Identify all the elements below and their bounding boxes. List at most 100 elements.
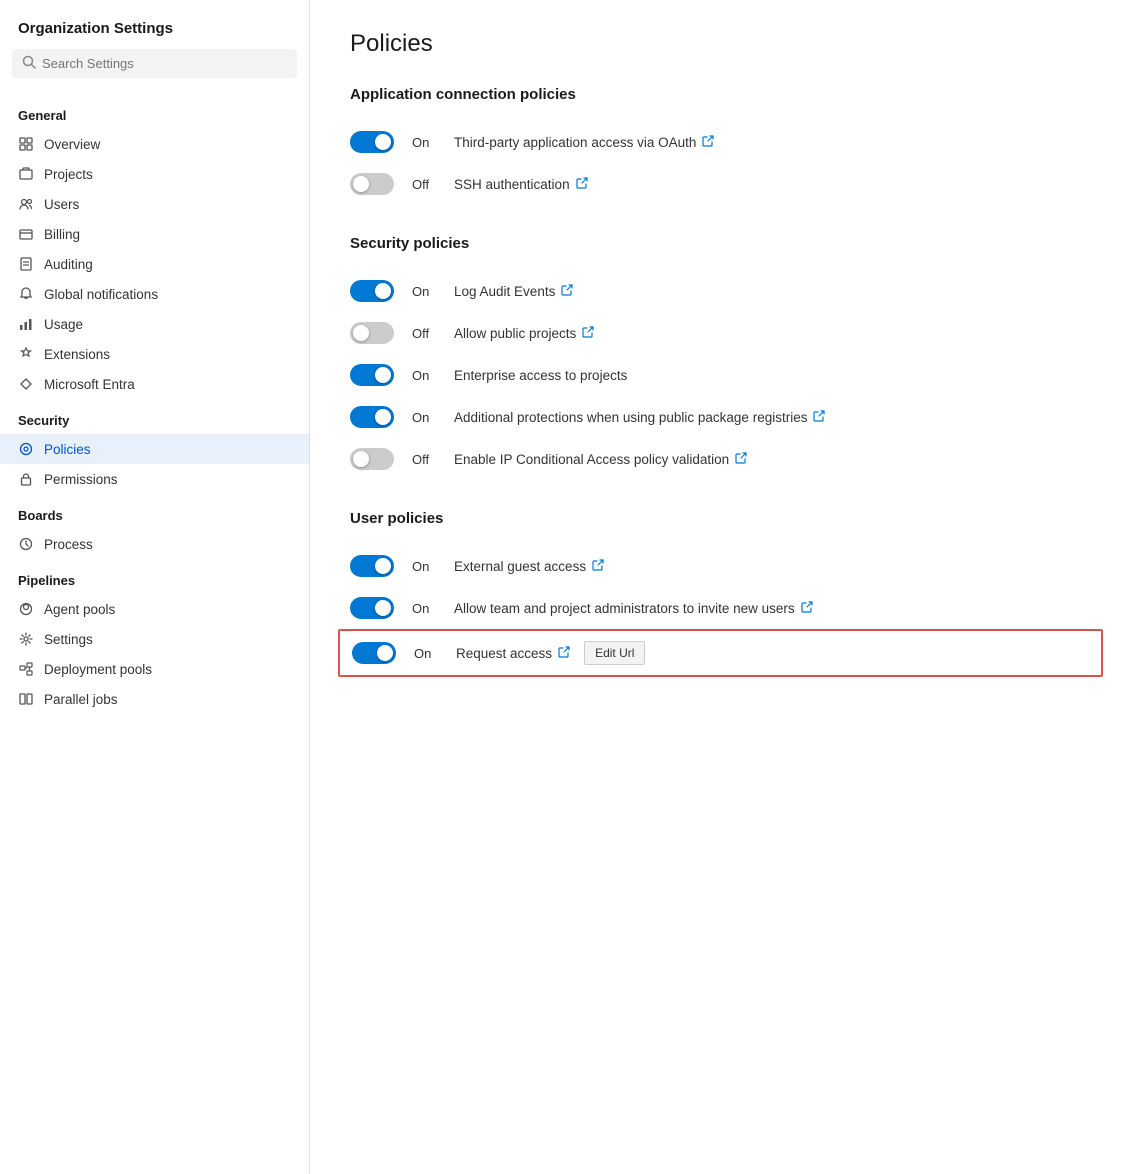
sidebar-item-permissions[interactable]: Permissions xyxy=(0,464,309,494)
sidebar-item-overview[interactable]: Overview xyxy=(0,129,309,159)
sidebar-item-auditing[interactable]: Auditing xyxy=(0,249,309,279)
link-icon-invite-users[interactable] xyxy=(801,601,813,616)
policy-text-log-audit: Log Audit Events xyxy=(454,284,573,299)
extensions-icon xyxy=(18,346,34,362)
policy-row-log-audit: On Log Audit Events xyxy=(350,270,1103,312)
gear-icon xyxy=(18,631,34,647)
toggle-label-public-projects: Off xyxy=(412,326,436,341)
toggle-thumb-public-projects xyxy=(353,325,369,341)
section-header-pipelines: Pipelines xyxy=(0,559,309,594)
projects-icon xyxy=(18,166,34,182)
link-icon-package-registries[interactable] xyxy=(813,410,825,425)
bell-icon xyxy=(18,286,34,302)
sidebar-item-global-notifications[interactable]: Global notifications xyxy=(0,279,309,309)
billing-icon xyxy=(18,226,34,242)
sidebar-item-extensions[interactable]: Extensions xyxy=(0,339,309,369)
link-icon-ip-conditional[interactable] xyxy=(735,452,747,467)
sidebar-item-settings[interactable]: Settings xyxy=(0,624,309,654)
sidebar-item-projects[interactable]: Projects xyxy=(0,159,309,189)
toggle-package-registries[interactable] xyxy=(350,406,394,428)
sidebar-item-deployment-pools[interactable]: Deployment pools xyxy=(0,654,309,684)
toggle-label-log-audit: On xyxy=(412,284,436,299)
policy-sections: Application connection policiesOnThird-p… xyxy=(350,86,1103,677)
policy-text-package-registries: Additional protections when using public… xyxy=(454,410,825,425)
policy-text-ip-conditional: Enable IP Conditional Access policy vali… xyxy=(454,452,747,467)
sidebar-item-agent-pools[interactable]: Agent pools xyxy=(0,594,309,624)
toggle-thumb-package-registries xyxy=(375,409,391,425)
parallel-icon xyxy=(18,691,34,707)
sidebar-item-label-policies: Policies xyxy=(44,442,91,457)
search-input[interactable] xyxy=(42,56,287,71)
sidebar-item-label-extensions: Extensions xyxy=(44,347,110,362)
toggle-label-guest-access: On xyxy=(412,559,436,574)
link-icon-guest-access[interactable] xyxy=(592,559,604,574)
link-icon-log-audit[interactable] xyxy=(561,284,573,299)
link-icon-ssh[interactable] xyxy=(576,177,588,192)
section-header-general: General xyxy=(0,94,309,129)
page-title: Policies xyxy=(350,30,1103,58)
link-icon-public-projects[interactable] xyxy=(582,326,594,341)
main-content: Policies Application connection policies… xyxy=(310,0,1143,1174)
edit-url-button-request-access[interactable]: Edit Url xyxy=(584,641,645,665)
sidebar-item-usage[interactable]: Usage xyxy=(0,309,309,339)
sidebar-item-microsoft-entra[interactable]: Microsoft Entra xyxy=(0,369,309,399)
sidebar-sections: GeneralOverview Projects Users Billing Audit… xyxy=(0,94,309,714)
toggle-track-request-access[interactable] xyxy=(352,642,396,664)
toggle-oauth[interactable] xyxy=(350,131,394,153)
sidebar-item-label-auditing: Auditing xyxy=(44,257,93,272)
toggle-track-public-projects[interactable] xyxy=(350,322,394,344)
toggle-request-access[interactable] xyxy=(352,642,396,664)
sidebar-item-parallel-jobs[interactable]: Parallel jobs xyxy=(0,684,309,714)
toggle-track-log-audit[interactable] xyxy=(350,280,394,302)
section-header-security: Security xyxy=(0,399,309,434)
sidebar-item-billing[interactable]: Billing xyxy=(0,219,309,249)
policy-text-guest-access: External guest access xyxy=(454,559,604,574)
toggle-track-ip-conditional[interactable] xyxy=(350,448,394,470)
diamond-icon xyxy=(18,376,34,392)
policy-row-request-access: OnRequest accessEdit Url xyxy=(338,629,1103,677)
toggle-enterprise-access[interactable] xyxy=(350,364,394,386)
toggle-track-guest-access[interactable] xyxy=(350,555,394,577)
link-icon-request-access[interactable] xyxy=(558,646,570,661)
policy-text-request-access: Request accessEdit Url xyxy=(456,641,645,665)
toggle-label-package-registries: On xyxy=(412,410,436,425)
toggle-guest-access[interactable] xyxy=(350,555,394,577)
search-box[interactable] xyxy=(12,49,297,78)
sidebar-title: Organization Settings xyxy=(0,12,309,49)
toggle-ssh[interactable] xyxy=(350,173,394,195)
toggle-track-oauth[interactable] xyxy=(350,131,394,153)
search-icon xyxy=(22,55,36,72)
policy-row-invite-users: OnAllow team and project administrators … xyxy=(350,587,1103,629)
sidebar-item-label-billing: Billing xyxy=(44,227,80,242)
policy-row-oauth: OnThird-party application access via OAu… xyxy=(350,121,1103,163)
toggle-label-oauth: On xyxy=(412,135,436,150)
policy-text-public-projects: Allow public projects xyxy=(454,326,594,341)
toggle-label-invite-users: On xyxy=(412,601,436,616)
policy-section-title-security: Security policies xyxy=(350,235,1103,252)
toggle-ip-conditional[interactable] xyxy=(350,448,394,470)
sidebar-item-process[interactable]: Process xyxy=(0,529,309,559)
toggle-log-audit[interactable] xyxy=(350,280,394,302)
policy-section-user: User policiesOnExternal guest accessOnAl… xyxy=(350,510,1103,677)
link-icon-oauth[interactable] xyxy=(702,135,714,150)
toggle-track-ssh[interactable] xyxy=(350,173,394,195)
lock-icon xyxy=(18,471,34,487)
sidebar-item-users[interactable]: Users xyxy=(0,189,309,219)
policy-section-app-connection: Application connection policiesOnThird-p… xyxy=(350,86,1103,205)
sidebar-item-policies[interactable]: Policies xyxy=(0,434,309,464)
policy-text-ssh: SSH authentication xyxy=(454,177,588,192)
toggle-thumb-ssh xyxy=(353,176,369,192)
toggle-track-package-registries[interactable] xyxy=(350,406,394,428)
toggle-invite-users[interactable] xyxy=(350,597,394,619)
sidebar: Organization Settings GeneralOverview Pro… xyxy=(0,0,310,1174)
policy-row-ssh: OffSSH authentication xyxy=(350,163,1103,205)
policy-row-ip-conditional: OffEnable IP Conditional Access policy v… xyxy=(350,438,1103,480)
sidebar-item-label-permissions: Permissions xyxy=(44,472,118,487)
sidebar-item-label-projects: Projects xyxy=(44,167,93,182)
toggle-track-enterprise-access[interactable] xyxy=(350,364,394,386)
toggle-public-projects[interactable] xyxy=(350,322,394,344)
agent-icon xyxy=(18,601,34,617)
policy-text-enterprise-access: Enterprise access to projects xyxy=(454,368,627,383)
toggle-track-invite-users[interactable] xyxy=(350,597,394,619)
section-header-boards: Boards xyxy=(0,494,309,529)
